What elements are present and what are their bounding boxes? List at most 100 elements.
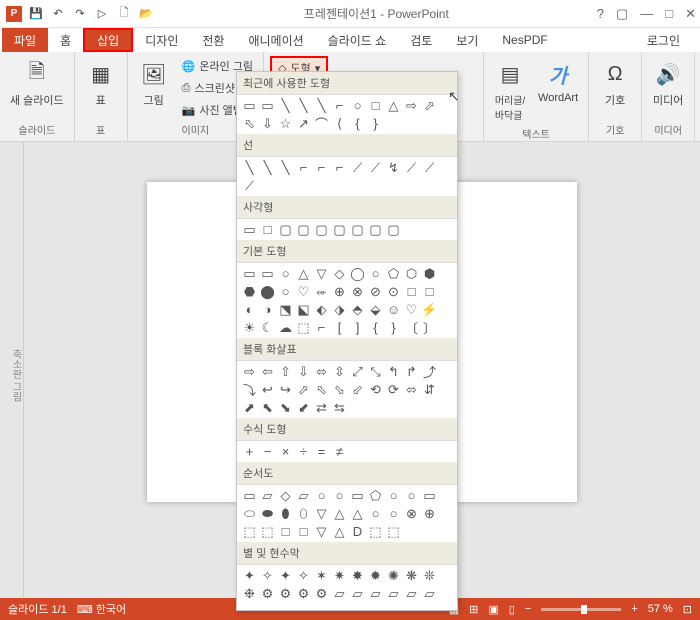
shape-item[interactable]: ⇨: [403, 97, 420, 114]
shape-item[interactable]: ⟋: [241, 177, 258, 194]
shape-item[interactable]: ⬖: [313, 301, 330, 318]
shape-item[interactable]: ⤵: [241, 381, 258, 398]
shape-item[interactable]: ☆: [277, 115, 294, 132]
shape-item[interactable]: △: [295, 265, 312, 282]
shape-item[interactable]: ↩: [259, 381, 276, 398]
shape-item[interactable]: ✸: [349, 567, 366, 584]
shape-item[interactable]: ○: [313, 487, 330, 504]
shape-item[interactable]: ✹: [367, 567, 384, 584]
shape-item[interactable]: ✦: [277, 567, 294, 584]
shape-item[interactable]: ╲: [277, 97, 294, 114]
shape-item[interactable]: +: [241, 443, 258, 460]
shape-item[interactable]: ⌐: [313, 159, 330, 176]
shape-item[interactable]: −: [259, 443, 276, 460]
shape-item[interactable]: ⤴: [421, 363, 438, 380]
shape-item[interactable]: ⚙: [313, 585, 330, 602]
tab-home[interactable]: 홈: [48, 28, 83, 52]
shape-item[interactable]: ▭: [259, 97, 276, 114]
view-sorter-button[interactable]: ⊞: [469, 603, 478, 616]
shape-item[interactable]: ⬢: [421, 265, 438, 282]
table-button[interactable]: ▦ 표: [81, 56, 121, 110]
shape-item[interactable]: ▽: [313, 265, 330, 282]
shape-item[interactable]: ⇄: [313, 399, 330, 416]
shape-item[interactable]: ⬠: [367, 487, 384, 504]
shape-item[interactable]: ⬁: [241, 115, 258, 132]
wordart-button[interactable]: 가 WordArt: [534, 56, 582, 106]
shape-item[interactable]: ☺: [385, 301, 402, 318]
shape-item[interactable]: ⚡: [421, 301, 438, 318]
shape-item[interactable]: ✧: [295, 567, 312, 584]
tab-view[interactable]: 보기: [444, 28, 490, 52]
shape-item[interactable]: □: [403, 283, 420, 300]
shape-item[interactable]: ÷: [295, 443, 312, 460]
shape-item[interactable]: ⟋: [421, 159, 438, 176]
shape-item[interactable]: ☀: [241, 319, 258, 336]
shape-item[interactable]: □: [295, 523, 312, 540]
shape-item[interactable]: ⊗: [403, 505, 420, 522]
ribbon-collapse-button[interactable]: ▢: [616, 6, 628, 22]
shape-item[interactable]: ⚙: [259, 585, 276, 602]
login-link[interactable]: 로그인: [635, 28, 692, 52]
shape-item[interactable]: ✶: [313, 567, 330, 584]
shape-item[interactable]: ○: [331, 487, 348, 504]
shape-item[interactable]: ◇: [277, 487, 294, 504]
shape-item[interactable]: ⌐: [331, 159, 348, 176]
shape-item[interactable]: ⊙: [385, 283, 402, 300]
shape-item[interactable]: ⬈: [241, 399, 258, 416]
shape-item[interactable]: ⬠: [385, 265, 402, 282]
shape-item[interactable]: ╲: [277, 159, 294, 176]
shape-item[interactable]: △: [385, 97, 402, 114]
shape-item[interactable]: ◐: [241, 301, 258, 318]
view-slideshow-button[interactable]: ▯: [509, 603, 515, 616]
shape-item[interactable]: ⬣: [241, 283, 258, 300]
shape-item[interactable]: ⬬: [259, 505, 276, 522]
undo-button[interactable]: ↶: [48, 4, 68, 24]
shape-item[interactable]: ○: [403, 487, 420, 504]
shape-item[interactable]: ╲: [259, 159, 276, 176]
shape-item[interactable]: ❊: [421, 567, 438, 584]
shape-item[interactable]: ♡: [295, 283, 312, 300]
shape-item[interactable]: ▱: [349, 585, 366, 602]
shape-item[interactable]: ▭: [241, 97, 258, 114]
shape-item[interactable]: ⬋: [295, 399, 312, 416]
zoom-slider[interactable]: [541, 608, 621, 611]
shape-item[interactable]: ▱: [241, 603, 258, 611]
shape-item[interactable]: ▱: [259, 603, 276, 611]
shape-item[interactable]: {: [349, 115, 366, 132]
shape-item[interactable]: ⤡: [367, 363, 384, 380]
shape-item[interactable]: ⬀: [295, 381, 312, 398]
tab-slideshow[interactable]: 슬라이드 쇼: [316, 28, 399, 52]
shape-item[interactable]: ⌐: [313, 319, 330, 336]
shape-item[interactable]: ❋: [403, 567, 420, 584]
shape-item[interactable]: ▢: [295, 221, 312, 238]
shape-item[interactable]: ⟋: [367, 159, 384, 176]
shape-item[interactable]: ▱: [385, 585, 402, 602]
shape-item[interactable]: ☾: [259, 319, 276, 336]
shape-item[interactable]: ▱: [403, 585, 420, 602]
open-file-button[interactable]: 📂: [136, 4, 156, 24]
shape-item[interactable]: ⬁: [313, 381, 330, 398]
new-slide-button[interactable]: 🗎 새 슬라이드: [6, 56, 68, 110]
shape-item[interactable]: ○: [277, 283, 294, 300]
shape-item[interactable]: ╲: [241, 159, 258, 176]
tab-transitions[interactable]: 전환: [190, 28, 236, 52]
shape-item[interactable]: ↰: [385, 363, 402, 380]
shape-item[interactable]: ⬀: [421, 97, 438, 114]
tab-nespdf[interactable]: NesPDF: [490, 28, 559, 52]
shape-item[interactable]: ⬄: [313, 363, 330, 380]
shape-item[interactable]: ≠: [331, 443, 348, 460]
shape-item[interactable]: ]: [349, 319, 366, 336]
shape-item[interactable]: ⬮: [277, 505, 294, 522]
shape-item[interactable]: ✧: [259, 567, 276, 584]
shape-item[interactable]: ⌐: [331, 97, 348, 114]
help-button[interactable]: ?: [597, 6, 604, 21]
shape-item[interactable]: }: [367, 115, 384, 132]
shape-item[interactable]: △: [349, 505, 366, 522]
zoom-in-button[interactable]: +: [631, 603, 637, 615]
zoom-thumb[interactable]: [581, 605, 587, 614]
shape-item[interactable]: ╲: [295, 97, 312, 114]
shape-item[interactable]: 〔: [403, 319, 420, 336]
zoom-out-button[interactable]: −: [525, 603, 531, 615]
header-footer-button[interactable]: ▤ 머리글/ 바닥글: [490, 56, 530, 124]
shape-item[interactable]: ◑: [259, 301, 276, 318]
